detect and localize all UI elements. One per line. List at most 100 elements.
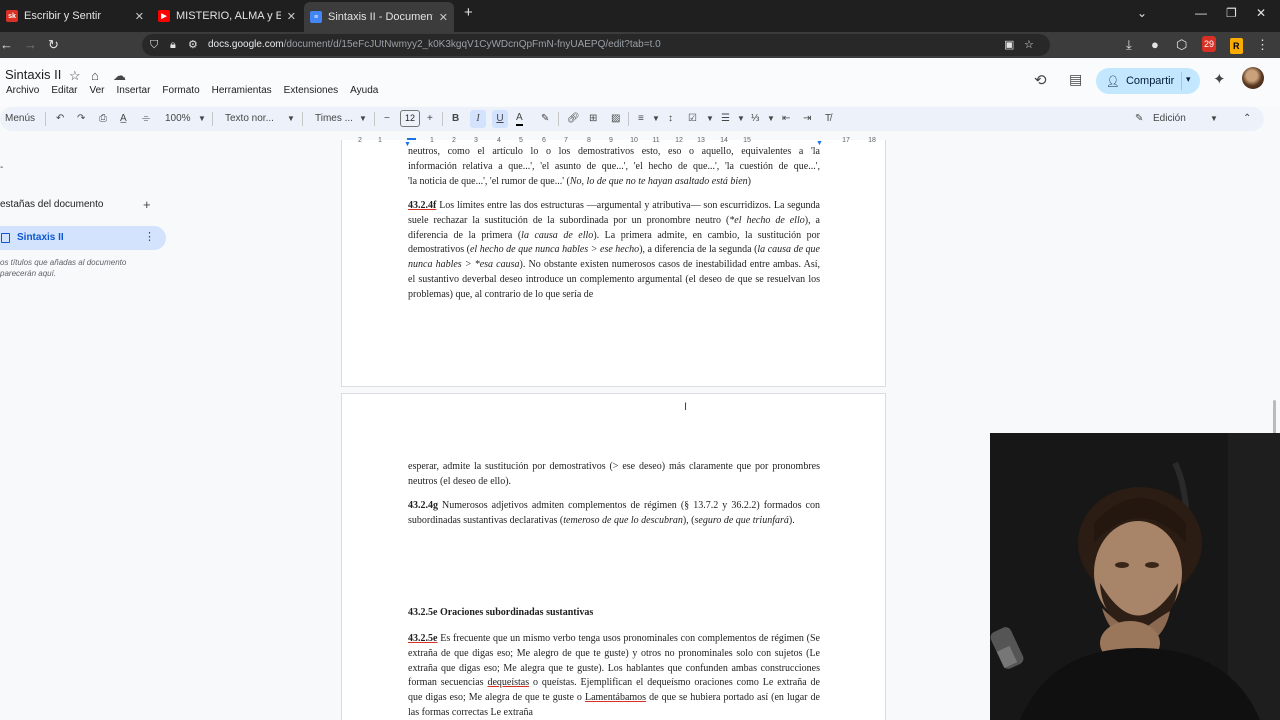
sidebar-item-sintaxis[interactable]: Sintaxis II ⋮ [0,226,166,250]
indent-marker-icon[interactable]: ▼ [404,141,411,148]
zoom-select[interactable]: 100% [165,112,191,126]
minimize-button[interactable]: — [1195,6,1207,20]
checklist-icon[interactable]: ☑ [688,112,697,126]
text-color-icon[interactable]: A [516,112,523,126]
bookmark-star-icon[interactable]: ☆ [1024,37,1034,53]
font-select[interactable]: Times ... [315,112,353,126]
ruler-tick: 6 [542,137,546,144]
install-app-icon[interactable]: ▣ [1004,37,1014,53]
tune-icon[interactable]: ⚙︎ [188,37,198,53]
paint-format-icon[interactable]: ⌯ [142,112,150,126]
add-comment-icon[interactable]: ⊞ [589,112,597,126]
document-page[interactable]: neutros, como el artículo lo o los demos… [341,140,886,387]
address-bar[interactable]: ⛉ 🔒︎ ⚙︎ docs.google.com/document/d/15eFc… [142,34,1050,56]
add-tab-icon[interactable]: + [143,197,151,212]
first-line-indent-icon[interactable] [407,138,416,140]
misspelled-word[interactable]: dequeístas [487,677,529,688]
numbered-list-icon[interactable]: ⅓ [751,112,759,126]
more-menu-icon[interactable]: ⋮ [1256,37,1269,53]
collapse-toolbar-icon[interactable]: ⌃ [1243,112,1251,126]
bold-icon[interactable]: B [452,112,459,126]
move-folder-icon[interactable]: ⌂ [91,68,99,83]
menu-ayuda[interactable]: Ayuda [350,85,378,96]
close-icon[interactable]: ✕ [439,11,448,24]
maximize-button[interactable]: ❐ [1226,6,1237,20]
extension-badge[interactable]: 29 [1202,36,1217,52]
right-indent-icon[interactable]: ▼ [816,140,823,147]
share-dropdown-icon[interactable]: ▾ [1186,74,1191,85]
decrease-font-icon[interactable]: − [384,112,390,126]
docs-header: Sintaxis II ☆ ⌂ ☁ Archivo Editar Ver Ins… [0,58,1280,106]
menu-editar[interactable]: Editar [51,85,77,96]
menu-archivo[interactable]: Archivo [6,85,39,96]
history-icon[interactable]: ⟲ [1034,71,1047,89]
tab-misterio[interactable]: ▶ MISTERIO, ALMA y EL SENTIDO ✕ [152,4,302,28]
increase-font-icon[interactable]: + [427,112,433,126]
highlight-icon[interactable]: ✎ [541,112,549,126]
document-icon [1,233,10,243]
increase-indent-icon[interactable]: ⇥ [803,112,811,126]
extension-icon[interactable]: ● [1151,37,1159,53]
italic-icon[interactable]: I [470,110,486,128]
misspelled-word[interactable]: Lamentábamos [585,692,646,703]
skillshare-icon: sk [6,10,18,22]
text-span: ). [788,514,795,526]
document-page[interactable]: esperar, admite la sustitución por demos… [341,393,886,720]
example-italic: No, lo de que no te hayan asaltado está … [569,176,748,187]
close-icon[interactable]: ✕ [135,10,144,23]
browser-toolbar: ← → ↻ ⛉ 🔒︎ ⚙︎ docs.google.com/document/d… [0,32,1280,58]
menu-insertar[interactable]: Insertar [117,85,151,96]
site-info-icon[interactable]: ⛉ [150,37,158,53]
people-icon: 👤︎ [1106,75,1120,88]
menu-extensiones[interactable]: Extensiones [284,85,338,96]
clear-formatting-icon[interactable]: T̸ [825,112,831,126]
puzzle-icon[interactable]: ⬡ [1176,37,1187,53]
close-icon[interactable]: ✕ [287,10,296,23]
star-icon[interactable]: ☆ [69,68,81,84]
horizontal-ruler[interactable]: 2 1 ▼ 1 2 3 4 5 6 7 8 9 10 11 12 13 14 1… [340,137,886,149]
back-icon[interactable]: ← [0,37,13,53]
line-spacing-icon[interactable]: ↕ [668,112,673,126]
back-arrow-icon[interactable]: - [0,162,3,173]
image-icon[interactable]: ▨ [611,112,620,126]
undo-icon[interactable]: ↶ [56,112,64,126]
download-icon[interactable]: ⤓ [1126,37,1132,53]
menu-herramientas[interactable]: Herramientas [212,85,272,96]
ruler-tick: 10 [630,137,638,144]
share-button[interactable]: 👤︎ Compartir ▾ [1096,68,1200,94]
section-number: 43.2.5e [408,633,438,644]
print-icon[interactable]: ⎙ [99,112,107,126]
extension-r-icon[interactable]: R [1230,38,1243,54]
menu-ver[interactable]: Ver [89,85,104,96]
document-title[interactable]: Sintaxis II [5,67,61,82]
comments-icon[interactable]: ▤ [1069,71,1082,88]
redo-icon[interactable]: ↷ [77,112,85,126]
menu-formato[interactable]: Formato [162,85,199,96]
spellcheck-icon[interactable]: A̲ [120,112,127,126]
sidebar-hint: parecerán aquí. [0,269,57,278]
cloud-saved-icon[interactable]: ☁ [113,68,126,84]
align-icon[interactable]: ≡ [638,112,644,126]
menus-search[interactable]: Menús [5,112,35,126]
close-window-button[interactable]: ✕ [1256,6,1266,20]
decrease-indent-icon[interactable]: ⇤ [782,112,790,126]
more-options-icon[interactable]: ⋮ [144,230,155,243]
tab-sintaxis[interactable]: ≡ Sintaxis II - Documentos de Go ✕ [304,2,454,32]
reload-icon[interactable]: ↻ [48,37,59,53]
url-text: docs.google.com/document/d/15eFcJUtNwmyy… [208,39,661,50]
forward-icon[interactable]: → [24,37,37,53]
font-size-input[interactable]: 12 [400,110,420,127]
ruler-tick: 3 [474,137,478,144]
style-select[interactable]: Texto nor... [225,112,274,126]
bulleted-list-icon[interactable]: ☰ [721,112,730,126]
link-icon[interactable]: 🔗︎ [567,112,580,126]
chevron-down-icon[interactable]: ⌄ [1137,6,1147,20]
new-tab-button[interactable]: + [464,4,473,21]
paragraph-43-2-4g: 43.2.4g Numerosos adjetivos admiten comp… [408,499,820,529]
gemini-icon[interactable]: ✦ [1213,70,1226,88]
underline-icon[interactable]: U [492,110,508,128]
tab-escribir[interactable]: sk Escribir y Sentir ✕ [0,4,150,28]
mode-select[interactable]: Edición [1153,112,1186,126]
chevron-down-icon: ▼ [359,114,367,123]
avatar[interactable] [1242,67,1264,89]
